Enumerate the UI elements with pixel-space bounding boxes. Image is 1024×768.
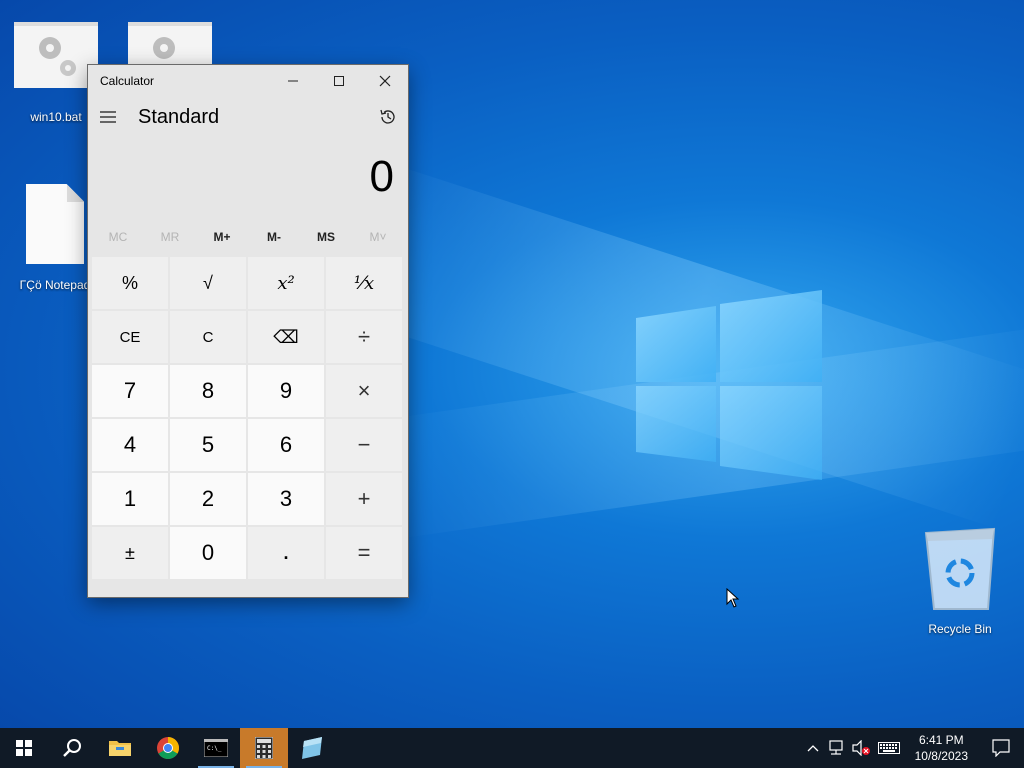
maximize-icon (334, 76, 344, 86)
memory-add-button[interactable]: M+ (196, 230, 248, 244)
clock-time: 6:41 PM (918, 733, 964, 747)
desktop-icon-label: Recycle Bin (928, 622, 992, 636)
negate-button[interactable]: ± (92, 527, 168, 579)
digit-0-button[interactable]: 0 (170, 527, 246, 579)
taskbar-calculator[interactable] (240, 728, 288, 768)
memory-store-button[interactable]: MS (300, 230, 352, 244)
memory-subtract-button[interactable]: M- (248, 230, 300, 244)
minimize-button[interactable] (270, 65, 316, 97)
network-icon (829, 740, 843, 755)
digit-6-button[interactable]: 6 (248, 419, 324, 471)
desktop-icon-label: ΓÇö Notepad (19, 278, 91, 292)
digit-9-button[interactable]: 9 (248, 365, 324, 417)
start-button[interactable] (0, 728, 48, 768)
title-bar[interactable]: Calculator (88, 65, 408, 97)
digit-8-button[interactable]: 8 (170, 365, 246, 417)
memory-recall-button[interactable]: MR (144, 230, 196, 244)
add-button[interactable]: + (326, 473, 402, 525)
desktop-icon-win10-bat[interactable]: win10.bat (12, 22, 100, 124)
search-button[interactable] (48, 728, 96, 768)
digit-5-button[interactable]: 5 (170, 419, 246, 471)
keypad: % √ x² ¹⁄x CE C ⌫ ÷ 7 8 9 × 4 5 6 − 1 2 … (88, 257, 408, 579)
window-title: Calculator (100, 74, 155, 88)
digit-1-button[interactable]: 1 (92, 473, 168, 525)
gears-icon (14, 22, 98, 88)
calculator-window[interactable]: Calculator Standard 0 MC MR M+ M- MS M˅ … (88, 65, 408, 597)
mouse-pointer-icon (726, 588, 740, 608)
taskbar-chrome[interactable] (144, 728, 192, 768)
taskbar-app[interactable] (288, 728, 336, 768)
app-window-icon (302, 737, 322, 759)
chevron-up-icon (807, 745, 819, 752)
system-tray: 6:41 PM 10/8/2023 (801, 728, 1024, 768)
action-center-button[interactable] (978, 739, 1024, 757)
desktop-icon-label: win10.bat (30, 110, 82, 124)
recycle-bin-icon (924, 527, 996, 610)
decimal-button[interactable]: . (248, 527, 324, 579)
show-hidden-icons-button[interactable] (801, 744, 825, 752)
digit-7-button[interactable]: 7 (92, 365, 168, 417)
volume-muted-icon (852, 740, 870, 756)
folder-icon (109, 741, 131, 756)
calculator-mode-title: Standard (138, 105, 220, 128)
notification-icon (992, 739, 1010, 757)
digit-2-button[interactable]: 2 (170, 473, 246, 525)
clear-button[interactable]: C (170, 311, 246, 363)
result-display: 0 (369, 152, 394, 201)
close-icon (379, 75, 391, 87)
percent-button[interactable]: % (92, 257, 168, 309)
document-icon (26, 184, 84, 264)
network-button[interactable] (825, 740, 849, 756)
desktop-icon-notepad-file[interactable]: ΓÇö Notepad (10, 184, 100, 292)
history-button[interactable] (368, 97, 408, 137)
taskbar-file-explorer[interactable] (96, 728, 144, 768)
equals-button[interactable]: = (326, 527, 402, 579)
navigation-menu-button[interactable] (88, 97, 128, 137)
taskbar-command-prompt[interactable]: C:\_ (192, 728, 240, 768)
digit-3-button[interactable]: 3 (248, 473, 324, 525)
minimize-icon (288, 80, 298, 82)
desktop-icon-recycle-bin[interactable]: Recycle Bin (920, 525, 1000, 636)
multiply-button[interactable]: × (326, 365, 402, 417)
memory-list-button[interactable]: M˅ (352, 230, 404, 244)
clear-entry-button[interactable]: CE (92, 311, 168, 363)
taskbar: C:\_ 6:41 PM 10/8/2023 (0, 728, 1024, 768)
calculator-header: Standard (88, 97, 408, 137)
hamburger-icon (100, 111, 116, 123)
volume-button[interactable] (849, 740, 873, 756)
memory-row: MC MR M+ M- MS M˅ (88, 217, 408, 257)
chrome-icon (157, 737, 179, 759)
search-icon (63, 739, 81, 757)
svg-text:C:\_: C:\_ (207, 745, 222, 752)
calculator-icon (255, 737, 273, 759)
keyboard-icon (877, 742, 900, 754)
clock[interactable]: 6:41 PM 10/8/2023 (905, 732, 978, 764)
divide-button[interactable]: ÷ (326, 311, 402, 363)
history-icon (380, 109, 395, 124)
digit-4-button[interactable]: 4 (92, 419, 168, 471)
subtract-button[interactable]: − (326, 419, 402, 471)
wallpaper-windows-logo (636, 290, 822, 480)
clock-date: 10/8/2023 (914, 749, 968, 763)
reciprocal-button[interactable]: ¹⁄x (326, 257, 402, 309)
touch-keyboard-button[interactable] (873, 742, 905, 754)
close-button[interactable] (362, 65, 408, 97)
backspace-button[interactable]: ⌫ (248, 311, 324, 363)
memory-clear-button[interactable]: MC (92, 230, 144, 244)
windows-start-icon (16, 740, 32, 756)
square-root-button[interactable]: √ (170, 257, 246, 309)
maximize-button[interactable] (316, 65, 362, 97)
square-button[interactable]: x² (248, 257, 324, 309)
command-prompt-icon: C:\_ (204, 739, 228, 757)
